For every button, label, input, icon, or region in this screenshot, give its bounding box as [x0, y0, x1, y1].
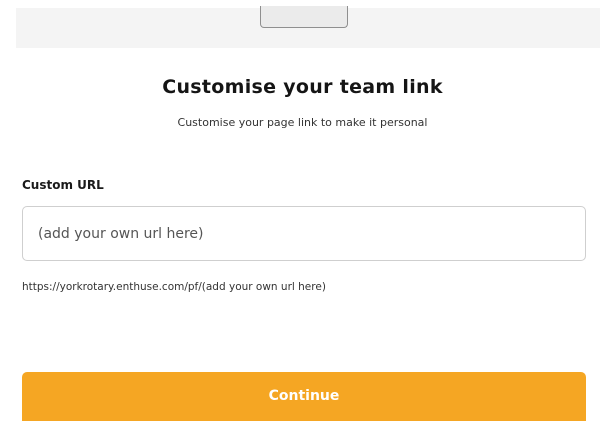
page-title: Customise your team link [162, 76, 443, 98]
url-preview-text: https://yorkrotary.enthuse.com/pf/(add y… [22, 281, 326, 293]
custom-url-label: Custom URL [22, 178, 104, 192]
top-tab-button[interactable] [260, 6, 348, 28]
continue-button[interactable]: Continue [22, 372, 586, 421]
top-banner [16, 6, 600, 48]
page: Customise your team link Customise your … [0, 0, 605, 421]
page-subtitle: Customise your page link to make it pers… [177, 116, 428, 129]
custom-url-input[interactable] [22, 206, 586, 261]
